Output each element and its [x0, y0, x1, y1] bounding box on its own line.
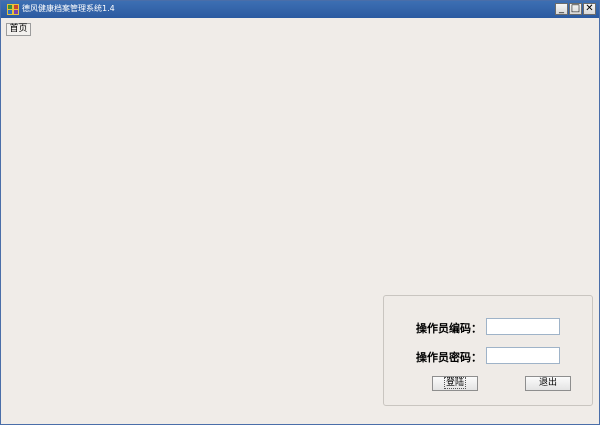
login-button[interactable]: 登陆: [432, 376, 478, 391]
minimize-button[interactable]: _: [555, 3, 568, 15]
maximize-button[interactable]: □: [569, 3, 582, 15]
title-bar[interactable]: 德风健康档案管理系统1.4 _ □ ✕: [1, 1, 599, 18]
close-button[interactable]: ✕: [583, 3, 596, 15]
exit-button[interactable]: 退出: [525, 376, 571, 391]
operator-password-input[interactable]: [486, 347, 560, 364]
operator-code-label: 操作员编码：: [416, 322, 482, 335]
window-title: 德风健康档案管理系统1.4: [22, 4, 115, 13]
login-button-label: 登陆: [443, 377, 466, 389]
app-icon: [7, 4, 19, 15]
operator-code-input[interactable]: [486, 318, 560, 335]
home-button[interactable]: 首页: [6, 23, 31, 36]
operator-password-label: 操作员密码：: [416, 351, 482, 364]
